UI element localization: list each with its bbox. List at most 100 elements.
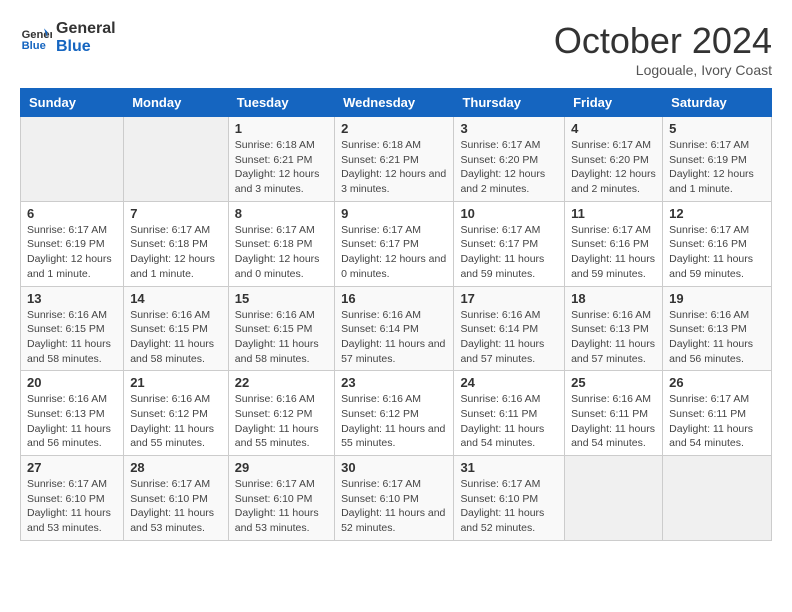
day-info: Sunrise: 6:17 AM Sunset: 6:19 PM Dayligh… — [669, 138, 765, 197]
day-cell: 3Sunrise: 6:17 AM Sunset: 6:20 PM Daylig… — [454, 117, 565, 202]
day-number: 26 — [669, 375, 765, 390]
day-info: Sunrise: 6:16 AM Sunset: 6:12 PM Dayligh… — [341, 392, 447, 451]
day-number: 23 — [341, 375, 447, 390]
day-number: 16 — [341, 291, 447, 306]
day-number: 1 — [235, 121, 328, 136]
day-info: Sunrise: 6:17 AM Sunset: 6:10 PM Dayligh… — [235, 477, 328, 536]
day-number: 20 — [27, 375, 117, 390]
day-number: 4 — [571, 121, 656, 136]
day-cell: 26 Sunrise: 6:17 AM Sunset: 6:11 PM Dayli… — [663, 371, 772, 456]
day-number: 30 — [341, 460, 447, 475]
column-header-tuesday: Tuesday — [228, 89, 334, 117]
day-info: Sunrise: 6:17 AM Sunset: 6:18 PM Dayligh… — [235, 223, 328, 282]
day-cell: 27 Sunrise: 6:17 AM Sunset: 6:10 PM Dayli… — [21, 456, 124, 541]
day-number: 11 — [571, 206, 656, 221]
day-number: 28 — [130, 460, 222, 475]
day-info: Sunrise: 6:17 AM Sunset: 6:18 PM Dayligh… — [130, 223, 222, 282]
day-cell: 24 Sunrise: 6:16 AM Sunset: 6:11 PM Dayli… — [454, 371, 565, 456]
day-number: 10 — [460, 206, 558, 221]
svg-text:Blue: Blue — [22, 40, 46, 52]
day-cell: 20 Sunrise: 6:16 AM Sunset: 6:13 PM Dayli… — [21, 371, 124, 456]
day-cell: 4 Sunrise: 6:17 AM Sunset: 6:20 PM Daylig… — [565, 117, 663, 202]
day-info: Sunrise: 6:17 AM Sunset: 6:20 PM Dayligh… — [571, 138, 656, 197]
day-info: Sunrise: 6:17 AM Sunset: 6:10 PM Dayligh… — [27, 477, 117, 536]
day-cell: 11 Sunrise: 6:17 AM Sunset: 6:16 PM Dayli… — [565, 201, 663, 286]
column-header-wednesday: Wednesday — [335, 89, 454, 117]
day-number: 9 — [341, 206, 447, 221]
day-number: 13 — [27, 291, 117, 306]
day-cell: 23 Sunrise: 6:16 AM Sunset: 6:12 PM Dayli… — [335, 371, 454, 456]
week-row-3: 13 Sunrise: 6:16 AM Sunset: 6:15 PM Dayli… — [21, 286, 772, 371]
day-cell: 22Sunrise: 6:16 AM Sunset: 6:12 PM Dayli… — [228, 371, 334, 456]
logo-line2: Blue — [56, 38, 116, 56]
day-cell: 8 Sunrise: 6:17 AM Sunset: 6:18 PM Daylig… — [228, 201, 334, 286]
column-header-monday: Monday — [124, 89, 229, 117]
day-cell: 18 Sunrise: 6:16 AM Sunset: 6:13 PM Dayli… — [565, 286, 663, 371]
logo-line1: General — [56, 20, 116, 38]
day-cell: 15 Sunrise: 6:16 AM Sunset: 6:15 PM Dayli… — [228, 286, 334, 371]
day-cell: 9 Sunrise: 6:17 AM Sunset: 6:17 PM Daylig… — [335, 201, 454, 286]
column-header-friday: Friday — [565, 89, 663, 117]
day-info: Sunrise: 6:18 AM Sunset: 6:21 PM Dayligh… — [341, 138, 447, 197]
day-number: 18 — [571, 291, 656, 306]
page-header: General Blue General Blue October 2024 L… — [20, 20, 772, 78]
day-info: Sunrise: 6:16 AM Sunset: 6:13 PM Dayligh… — [571, 308, 656, 367]
svg-text:General: General — [22, 29, 52, 41]
day-number: 7 — [130, 206, 222, 221]
day-info: Sunrise: 6:16 AM Sunset: 6:15 PM Dayligh… — [27, 308, 117, 367]
day-info: Sunrise: 6:18 AM Sunset: 6:21 PM Dayligh… — [235, 138, 328, 197]
day-cell: 1 Sunrise: 6:18 AM Sunset: 6:21 PM Daylig… — [228, 117, 334, 202]
day-cell: 28Sunrise: 6:17 AM Sunset: 6:10 PM Dayli… — [124, 456, 229, 541]
column-header-sunday: Sunday — [21, 89, 124, 117]
day-number: 15 — [235, 291, 328, 306]
day-number: 27 — [27, 460, 117, 475]
day-cell: 29Sunrise: 6:17 AM Sunset: 6:10 PM Dayli… — [228, 456, 334, 541]
day-cell: 10 Sunrise: 6:17 AM Sunset: 6:17 PM Dayli… — [454, 201, 565, 286]
day-number: 22 — [235, 375, 328, 390]
day-info: Sunrise: 6:16 AM Sunset: 6:11 PM Dayligh… — [460, 392, 558, 451]
day-info: Sunrise: 6:16 AM Sunset: 6:13 PM Dayligh… — [27, 392, 117, 451]
week-row-2: 6Sunrise: 6:17 AM Sunset: 6:19 PM Daylig… — [21, 201, 772, 286]
day-cell — [663, 456, 772, 541]
logo: General Blue General Blue — [20, 20, 116, 55]
day-cell — [124, 117, 229, 202]
day-info: Sunrise: 6:17 AM Sunset: 6:17 PM Dayligh… — [341, 223, 447, 282]
day-cell: 6Sunrise: 6:17 AM Sunset: 6:19 PM Daylig… — [21, 201, 124, 286]
day-number: 14 — [130, 291, 222, 306]
day-info: Sunrise: 6:17 AM Sunset: 6:20 PM Dayligh… — [460, 138, 558, 197]
day-info: Sunrise: 6:17 AM Sunset: 6:17 PM Dayligh… — [460, 223, 558, 282]
day-number: 24 — [460, 375, 558, 390]
calendar-table: SundayMondayTuesdayWednesdayThursdayFrid… — [20, 88, 772, 541]
day-info: Sunrise: 6:16 AM Sunset: 6:11 PM Dayligh… — [571, 392, 656, 451]
day-info: Sunrise: 6:16 AM Sunset: 6:14 PM Dayligh… — [460, 308, 558, 367]
day-info: Sunrise: 6:17 AM Sunset: 6:16 PM Dayligh… — [571, 223, 656, 282]
day-cell: 14Sunrise: 6:16 AM Sunset: 6:15 PM Dayli… — [124, 286, 229, 371]
day-cell: 5Sunrise: 6:17 AM Sunset: 6:19 PM Daylig… — [663, 117, 772, 202]
day-info: Sunrise: 6:16 AM Sunset: 6:13 PM Dayligh… — [669, 308, 765, 367]
day-info: Sunrise: 6:17 AM Sunset: 6:11 PM Dayligh… — [669, 392, 765, 451]
day-number: 17 — [460, 291, 558, 306]
day-number: 31 — [460, 460, 558, 475]
day-number: 21 — [130, 375, 222, 390]
location-subtitle: Logouale, Ivory Coast — [554, 62, 772, 78]
day-cell: 30 Sunrise: 6:17 AM Sunset: 6:10 PM Dayli… — [335, 456, 454, 541]
week-row-1: 1 Sunrise: 6:18 AM Sunset: 6:21 PM Daylig… — [21, 117, 772, 202]
column-header-saturday: Saturday — [663, 89, 772, 117]
day-cell: 25Sunrise: 6:16 AM Sunset: 6:11 PM Dayli… — [565, 371, 663, 456]
day-cell: 31 Sunrise: 6:17 AM Sunset: 6:10 PM Dayli… — [454, 456, 565, 541]
day-cell: 17 Sunrise: 6:16 AM Sunset: 6:14 PM Dayli… — [454, 286, 565, 371]
day-info: Sunrise: 6:17 AM Sunset: 6:10 PM Dayligh… — [341, 477, 447, 536]
day-cell: 2Sunrise: 6:18 AM Sunset: 6:21 PM Daylig… — [335, 117, 454, 202]
day-cell: 12Sunrise: 6:17 AM Sunset: 6:16 PM Dayli… — [663, 201, 772, 286]
day-number: 6 — [27, 206, 117, 221]
day-info: Sunrise: 6:17 AM Sunset: 6:10 PM Dayligh… — [460, 477, 558, 536]
logo-icon: General Blue — [20, 22, 52, 54]
day-number: 8 — [235, 206, 328, 221]
week-row-5: 27 Sunrise: 6:17 AM Sunset: 6:10 PM Dayli… — [21, 456, 772, 541]
day-cell: 13 Sunrise: 6:16 AM Sunset: 6:15 PM Dayli… — [21, 286, 124, 371]
day-info: Sunrise: 6:16 AM Sunset: 6:15 PM Dayligh… — [235, 308, 328, 367]
title-block: October 2024 Logouale, Ivory Coast — [554, 20, 772, 78]
day-cell: 7 Sunrise: 6:17 AM Sunset: 6:18 PM Daylig… — [124, 201, 229, 286]
day-number: 12 — [669, 206, 765, 221]
day-cell: 21Sunrise: 6:16 AM Sunset: 6:12 PM Dayli… — [124, 371, 229, 456]
